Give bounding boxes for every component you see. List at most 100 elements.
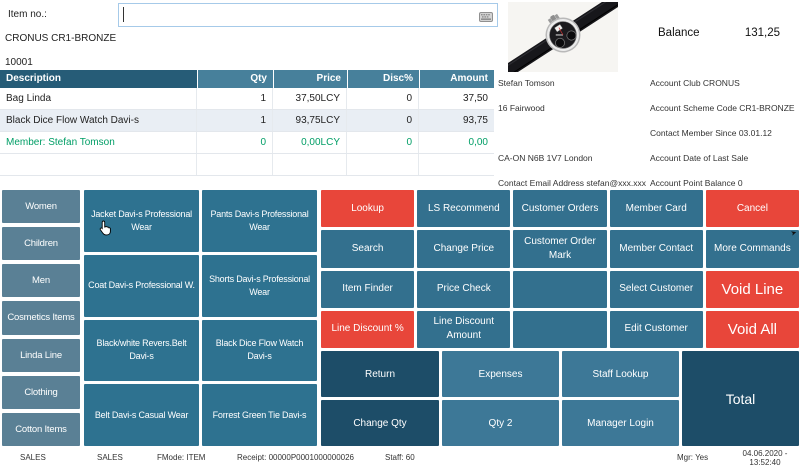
column-header-description: Description: [0, 70, 197, 88]
bottom-button-manager-login[interactable]: Manager Login: [562, 400, 679, 446]
cell-desc: Bag Linda: [0, 88, 197, 109]
action-cell-empty[interactable]: [513, 271, 606, 308]
keyboard-icon[interactable]: [479, 9, 493, 19]
action-button-line-discount[interactable]: Line Discount %: [321, 311, 414, 348]
customer-info-column: Stefan Tomson16 FairwoodCA-ON N6B 1V7 Lo…: [498, 71, 648, 196]
action-button-lookup[interactable]: Lookup: [321, 190, 414, 227]
item-no-input[interactable]: [118, 3, 498, 27]
cell-price: [273, 154, 347, 175]
status-item-staff-60: Staff: 60: [385, 447, 415, 469]
customer-info-line: 16 Fairwood: [498, 96, 648, 121]
action-button-member-contact[interactable]: Member Contact: [610, 230, 703, 267]
action-button-label: Member Card: [626, 202, 687, 216]
receipt-row[interactable]: Black Dice Flow Watch Davi-s193,75LCY093…: [0, 110, 494, 132]
bottom-button-return[interactable]: Return: [321, 351, 439, 397]
item-no-label: Item no.:: [8, 9, 47, 20]
action-button-customer-order-mark[interactable]: Customer Order Mark: [513, 230, 606, 267]
action-button-member-card[interactable]: Member Card: [610, 190, 703, 227]
action-button-cancel[interactable]: Cancel: [706, 190, 799, 227]
cell-price: 37,50LCY: [273, 88, 347, 109]
status-item-receipt-00000p0001000000026: Receipt: 00000P0001000000026: [237, 447, 354, 469]
action-button-label: Cancel: [737, 202, 768, 216]
action-cell-empty[interactable]: [513, 311, 606, 348]
action-button-label: Change Price: [433, 242, 494, 256]
action-button-search[interactable]: Search: [321, 230, 414, 267]
text-caret: [123, 7, 124, 22]
receipt-table-header: Description Qty Price Disc% Amount: [0, 70, 494, 88]
product-button-forrest-green-tie-davi-s[interactable]: Forrest Green Tie Davi-s: [202, 384, 317, 446]
account-info-line: Account Scheme Code CR1-BRONZE: [650, 96, 800, 121]
more-commands-arrow-icon: ➤: [790, 230, 798, 238]
status-item-fmode-item: FMode: ITEM: [157, 447, 205, 469]
product-button-pants-davi-s-professional-wear[interactable]: Pants Davi-s Professional Wear: [202, 190, 317, 252]
product-button-grid: Jacket Davi-s Professional WearPants Dav…: [84, 190, 317, 446]
receipt-table-body: Bag Linda137,50LCY037,50Black Dice Flow …: [0, 88, 494, 176]
action-button-label: Customer Order Mark: [516, 235, 603, 263]
action-button-line-discount-amount[interactable]: Line Discount Amount: [417, 311, 510, 348]
action-button-label: Member Contact: [619, 242, 693, 256]
category-button-column: Women Children Men Cosmetics Items Linda Lin…: [2, 190, 80, 446]
customer-info-line: CA-ON N6B 1V7 London: [498, 146, 648, 171]
cell-desc: [0, 154, 197, 175]
action-button-void-all[interactable]: Void All: [706, 311, 799, 348]
action-button-label: Item Finder: [342, 282, 393, 296]
action-button-label: Search: [352, 242, 384, 256]
action-button-label: Price Check: [437, 282, 491, 296]
action-button-price-check[interactable]: Price Check: [417, 271, 510, 308]
cell-price: 0,00LCY: [273, 132, 347, 153]
product-button-coat-davi-s-professional-w[interactable]: Coat Davi-s Professional W.: [84, 255, 199, 317]
cell-price: 93,75LCY: [273, 110, 347, 131]
bottom-button-expenses[interactable]: Expenses: [442, 351, 559, 397]
bottom-button-staff-lookup[interactable]: Staff Lookup: [562, 351, 679, 397]
bottom-button-qty-2[interactable]: Qty 2: [442, 400, 559, 446]
column-header-qty: Qty: [197, 70, 273, 88]
cell-qty: 0: [197, 132, 273, 153]
action-button-void-line[interactable]: Void Line: [706, 271, 799, 308]
account-info-column: Account Club CRONUSAccount Scheme Code C…: [650, 71, 800, 196]
category-button-clothing[interactable]: Clothing: [2, 376, 80, 409]
action-button-more-commands[interactable]: More Commands➤: [706, 230, 799, 267]
account-info-line: Account Date of Last Sale: [650, 146, 800, 171]
category-button-women[interactable]: Women: [2, 190, 80, 223]
action-button-grid: Lookup LS RecommendCustomer Orders Member …: [321, 190, 799, 348]
product-button-shorts-davi-s-professional-wear[interactable]: Shorts Davi-s Professional Wear: [202, 255, 317, 317]
status-time: 13:52:40: [732, 458, 798, 467]
status-date: 04.06.2020 -: [732, 449, 798, 458]
category-button-linda-line[interactable]: Linda Line: [2, 339, 80, 372]
category-button-men[interactable]: Men: [2, 264, 80, 297]
action-button-ls-recommend[interactable]: LS Recommend: [417, 190, 510, 227]
action-button-select-customer[interactable]: Select Customer: [610, 271, 703, 308]
bottom-button-change-qty[interactable]: Change Qty: [321, 400, 439, 446]
category-button-children[interactable]: Children: [2, 227, 80, 260]
action-button-change-price[interactable]: Change Price: [417, 230, 510, 267]
action-button-label: Select Customer: [619, 282, 693, 296]
action-button-customer-orders[interactable]: Customer Orders: [513, 190, 606, 227]
receipt-row[interactable]: Bag Linda137,50LCY037,50: [0, 88, 494, 110]
pos-window: Item no.: CRONUS CR1-BRONZE 10001 Descri…: [0, 0, 800, 469]
receipt-row[interactable]: Member: Stefan Tomson00,00LCY00,00: [0, 132, 494, 154]
cell-qty: [197, 154, 273, 175]
account-info-line: Account Club CRONUS: [650, 71, 800, 96]
product-button-jacket-davi-s-professional-wear[interactable]: Jacket Davi-s Professional Wear: [84, 190, 199, 252]
cell-desc: Member: Stefan Tomson: [0, 132, 197, 153]
category-button-cosmetics-items[interactable]: Cosmetics Items: [2, 301, 80, 334]
product-image-watch: [508, 2, 618, 72]
cell-disc: 0: [347, 110, 419, 131]
action-button-label: Void All: [728, 319, 777, 340]
category-button-cotton-items[interactable]: Cotton Items: [2, 413, 80, 446]
action-button-label: Void Line: [722, 279, 784, 300]
action-button-edit-customer[interactable]: Edit Customer: [610, 311, 703, 348]
cell-amt: [419, 154, 494, 175]
action-button-item-finder[interactable]: Item Finder: [321, 271, 414, 308]
column-header-disc: Disc%: [347, 70, 419, 88]
action-button-label: Lookup: [351, 202, 384, 216]
product-button-belt-davi-s-casual-wear[interactable]: Belt Davi-s Casual Wear: [84, 384, 199, 446]
customer-info-line: [498, 121, 648, 146]
receipt-row-empty: [0, 154, 494, 176]
cell-qty: 1: [197, 88, 273, 109]
account-info-line: Contact Member Since 03.01.12: [650, 121, 800, 146]
action-button-label: Line Discount %: [331, 322, 403, 336]
product-button-black-white-revers-belt-davi-s[interactable]: Black/white Revers.Belt Davi-s: [84, 320, 199, 382]
product-button-black-dice-flow-watch-davi-s[interactable]: Black Dice Flow Watch Davi-s: [202, 320, 317, 382]
bottom-button-total[interactable]: Total: [682, 351, 799, 446]
